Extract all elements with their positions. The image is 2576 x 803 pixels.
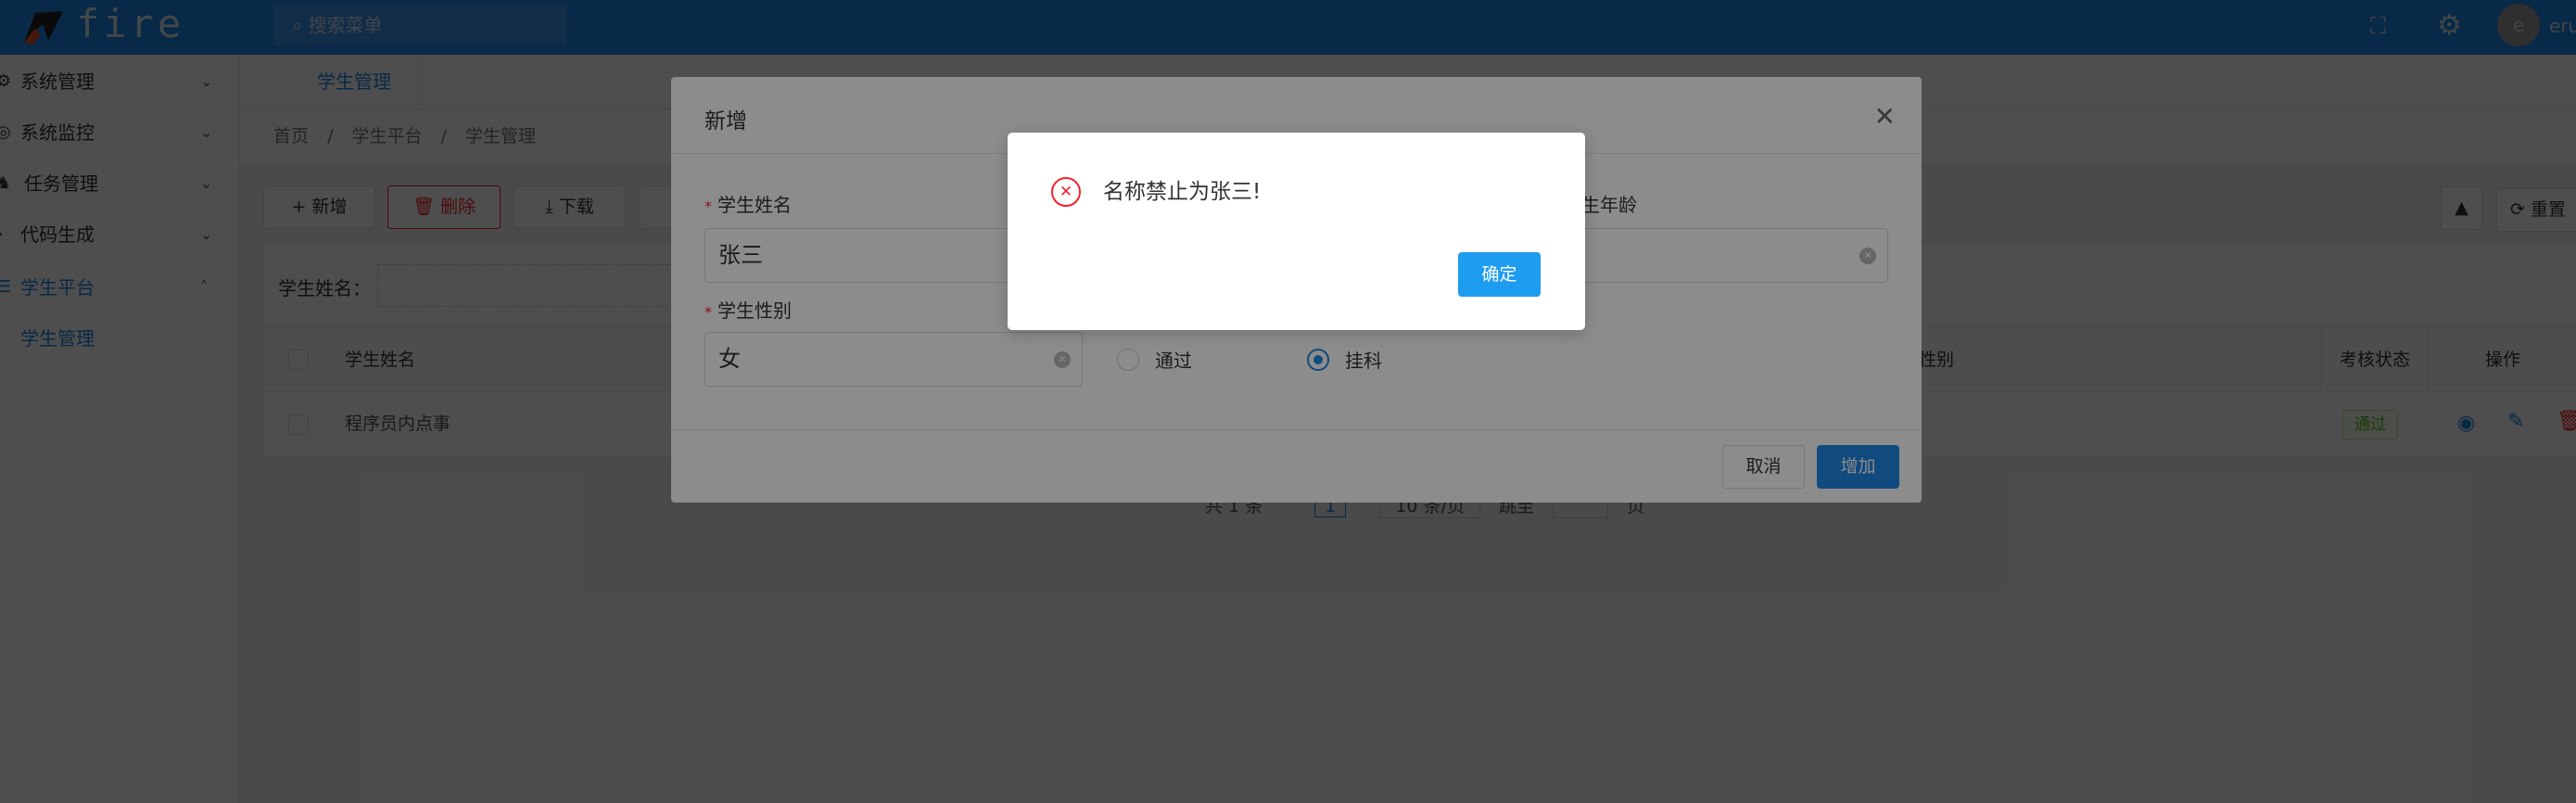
error-icon: ✕ [1051,177,1081,207]
message-mask [0,0,2576,803]
confirm-button[interactable]: 确定 [1458,252,1541,297]
error-message-box: ✕ 名称禁止为张三! 确定 [1008,133,1585,330]
message-text: 名称禁止为张三! [1103,180,1262,204]
